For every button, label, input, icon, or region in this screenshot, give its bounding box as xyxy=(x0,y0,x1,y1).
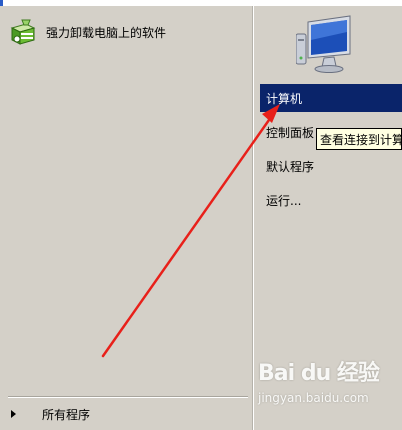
menu-item-computer[interactable]: 计算机 xyxy=(260,84,402,112)
monitor-icon xyxy=(295,14,354,76)
tooltip: 查看连接到计算机的驱动器 xyxy=(316,128,402,150)
pinned-program-label: 强力卸载电脑上的软件 xyxy=(46,25,167,40)
start-menu-left-pane: 强力卸载电脑上的软件 所有程序 xyxy=(0,6,253,430)
pinned-program-uninstaller[interactable]: 强力卸载电脑上的软件 xyxy=(8,18,243,46)
menu-item-run-label: 运行... xyxy=(266,193,302,208)
baidu-jingyan-watermark: Bai du 经验 jingyan.baidu.com xyxy=(258,355,402,415)
all-programs-label: 所有程序 xyxy=(42,407,91,422)
watermark-logo: Bai du 经验 xyxy=(258,361,380,386)
menu-item-run[interactable]: 运行... xyxy=(260,186,402,214)
all-programs-button[interactable]: 所有程序 xyxy=(8,404,238,424)
menu-item-default-programs-label: 默认程序 xyxy=(266,159,315,174)
menu-item-computer-label: 计算机 xyxy=(266,91,303,106)
all-programs-separator xyxy=(8,396,248,397)
watermark-url: jingyan.baidu.com xyxy=(258,391,369,405)
menu-item-default-programs[interactable]: 默认程序 xyxy=(260,152,402,180)
uninstall-box-icon xyxy=(8,18,40,46)
menu-item-control-panel-label: 控制面板 xyxy=(266,125,315,140)
expand-arrow-icon xyxy=(11,410,16,418)
